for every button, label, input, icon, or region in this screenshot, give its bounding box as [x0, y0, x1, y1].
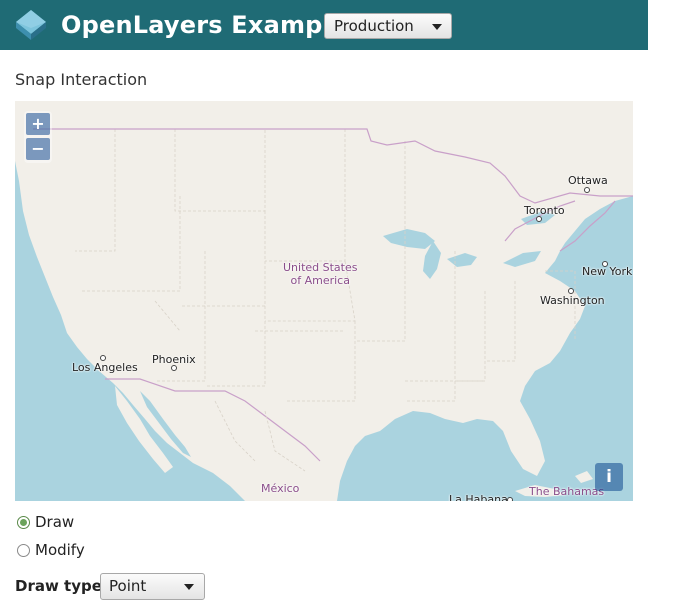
- map-label-usa-line2: of America: [290, 274, 350, 287]
- zoom-in-button[interactable]: +: [26, 113, 50, 135]
- draw-type-select-value: Point: [109, 577, 147, 595]
- radio-draw-indicator[interactable]: [17, 516, 30, 529]
- draw-type-select[interactable]: Point: [100, 573, 205, 600]
- radio-modify-indicator[interactable]: [17, 544, 30, 557]
- openlayers-logo-icon[interactable]: [14, 8, 48, 42]
- radio-modify[interactable]: Modify: [15, 541, 105, 561]
- zoom-control: + −: [24, 111, 52, 163]
- map-label-los-angeles: Los Angeles: [72, 361, 138, 374]
- map-label-ottawa: Ottawa: [568, 174, 608, 187]
- map-label-mexico: México: [261, 482, 300, 495]
- city-dot-ottawa: [584, 187, 590, 193]
- app-title[interactable]: OpenLayers Examples: [61, 10, 362, 40]
- radio-draw[interactable]: Draw: [15, 513, 95, 533]
- map-label-usa-line1: United States: [283, 261, 358, 274]
- page-title: Snap Interaction: [15, 70, 148, 89]
- chevron-down-icon: [432, 24, 442, 30]
- header-bar: OpenLayers Examples Production: [0, 0, 648, 50]
- attribution-info-button[interactable]: i: [595, 463, 623, 491]
- chevron-down-icon: [184, 584, 194, 590]
- environment-select-value: Production: [334, 17, 414, 35]
- map-viewport[interactable]: United States of America Ottawa Toronto …: [15, 101, 633, 501]
- city-dot-phoenix: [171, 365, 177, 371]
- map-label-toronto: Toronto: [524, 204, 565, 217]
- map-label-la-habana: La Habana: [449, 493, 508, 501]
- city-dot-los-angeles: [100, 355, 106, 361]
- radio-draw-label: Draw: [35, 513, 75, 531]
- map-label-the-bahamas: The Bahamas: [529, 485, 605, 498]
- zoom-out-button[interactable]: −: [26, 138, 50, 160]
- map-label-washington: Washington: [540, 294, 605, 307]
- city-dot-toronto: [536, 216, 542, 222]
- environment-select[interactable]: Production: [324, 13, 452, 39]
- city-dot-new-york: [602, 261, 608, 267]
- map-label-new-york: New York: [582, 265, 633, 278]
- city-dot-washington: [568, 288, 574, 294]
- city-dot-la-habana: [507, 497, 513, 501]
- radio-modify-label: Modify: [35, 541, 85, 559]
- draw-type-label: Draw type: [15, 577, 102, 595]
- map-label-usa: United States of America: [283, 261, 358, 287]
